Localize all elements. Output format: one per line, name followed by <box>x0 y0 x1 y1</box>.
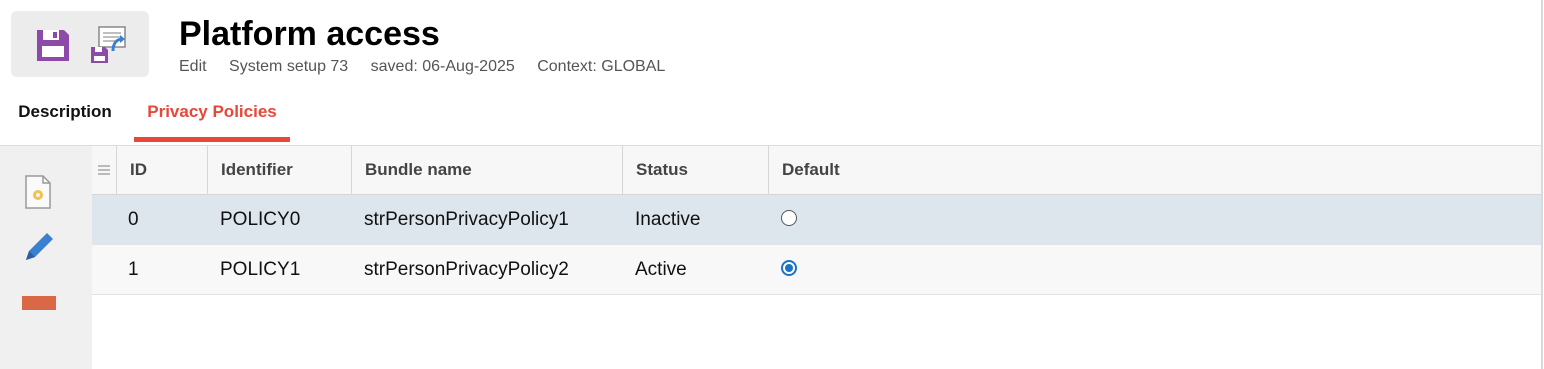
pencil-icon <box>26 233 53 260</box>
cell-default <box>768 245 1541 294</box>
toolbar <box>11 11 149 77</box>
page-right-border <box>1541 0 1543 369</box>
action-sidebar <box>0 146 92 369</box>
column-header-id[interactable]: ID <box>116 146 207 194</box>
saved-date: saved: 06-Aug-2025 <box>370 58 515 75</box>
edit-button[interactable] <box>22 230 56 266</box>
cell-identifier: POLICY1 <box>220 258 301 280</box>
mode-label: Edit <box>179 58 207 75</box>
cell-id: 1 <box>128 258 139 280</box>
cell-status: Active <box>635 258 687 280</box>
table-header: ID Identifier Bundle name Status Default <box>92 146 1541 195</box>
tab-bar: Description Privacy Policies <box>0 93 1541 146</box>
cell-identifier: POLICY0 <box>220 208 301 230</box>
cell-bundle-name: strPersonPrivacyPolicy1 <box>364 208 569 230</box>
new-document-icon <box>25 175 51 209</box>
tab-privacy-policies[interactable]: Privacy Policies <box>134 93 290 142</box>
floppy-disk-icon <box>37 30 69 61</box>
cell-default <box>768 195 1541 244</box>
column-header-identifier[interactable]: Identifier <box>207 146 351 194</box>
page-title: Platform access <box>179 15 440 53</box>
drag-handle-icon <box>98 165 110 175</box>
remove-bar-icon <box>22 296 56 310</box>
column-menu-handle[interactable] <box>92 146 116 194</box>
record-meta: Edit System setup 73 saved: 06-Aug-2025 … <box>179 57 683 77</box>
column-header-bundle-name[interactable]: Bundle name <box>351 146 622 194</box>
context-label: Context: GLOBAL <box>537 58 666 75</box>
default-radio-selected[interactable] <box>781 259 797 276</box>
table-row[interactable]: 0 POLICY0 strPersonPrivacyPolicy1 Inacti… <box>92 195 1541 245</box>
column-header-status[interactable]: Status <box>622 146 768 194</box>
delete-button[interactable] <box>22 296 56 310</box>
default-radio[interactable] <box>781 209 797 226</box>
record-label: System setup 73 <box>229 58 349 75</box>
cell-status: Inactive <box>635 208 701 230</box>
save-button[interactable] <box>33 25 73 65</box>
column-header-default[interactable]: Default <box>768 146 1541 194</box>
cell-bundle-name: strPersonPrivacyPolicy2 <box>364 258 569 280</box>
add-button[interactable] <box>22 174 54 210</box>
table-row[interactable]: 1 POLICY1 strPersonPrivacyPolicy2 Active <box>92 245 1541 295</box>
cell-id: 0 <box>128 208 139 230</box>
tab-description[interactable]: Description <box>0 93 130 142</box>
save-export-icon <box>91 26 126 63</box>
save-export-button[interactable] <box>87 25 127 65</box>
privacy-policies-table: ID Identifier Bundle name Status Default… <box>92 146 1541 295</box>
